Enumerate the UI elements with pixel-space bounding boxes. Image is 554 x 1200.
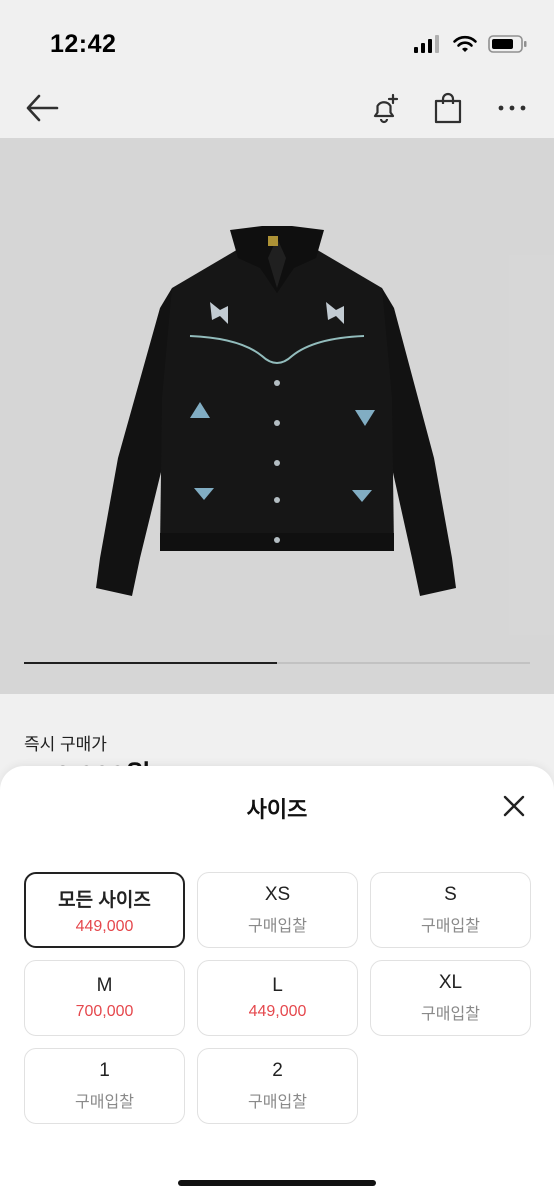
status-time: 12:42 (50, 30, 117, 58)
size-option[interactable]: 모든 사이즈 449,000 (24, 872, 185, 948)
size-option-name: M (96, 975, 113, 996)
size-option-bid: 구매입찰 (421, 1006, 480, 1023)
size-option[interactable]: S 구매입찰 (370, 872, 531, 948)
more-horizontal-icon (498, 105, 526, 111)
size-option[interactable]: M 700,000 (24, 960, 185, 1036)
product-image-carousel[interactable] (0, 138, 554, 694)
price-alert-button[interactable] (364, 88, 404, 128)
close-button[interactable] (498, 790, 530, 822)
nav-bar (0, 80, 554, 138)
status-bar: 12:42 (0, 0, 554, 80)
back-button[interactable] (22, 90, 62, 126)
size-bottom-sheet: 사이즈 모든 사이즈 449,000 XS 구매입찰 S 구매입찰 M 700,000 L 449… (0, 766, 554, 1200)
arrow-left-icon (26, 94, 59, 122)
wifi-icon (453, 35, 477, 52)
screen: 12:42 즉시 구매가 사이즈 모든 사이즈 449,000 XS 구매입찰 … (0, 0, 554, 1200)
size-option-bid: 구매입찰 (248, 1094, 307, 1111)
instant-buy-price-label: 즉시 구매가 (24, 735, 107, 754)
size-option[interactable]: XL 구매입찰 (370, 960, 531, 1036)
more-button[interactable] (492, 88, 532, 128)
size-option[interactable]: XS 구매입찰 (197, 872, 358, 948)
carousel-progress-track (24, 662, 530, 664)
bell-plus-icon (373, 93, 399, 124)
close-icon (503, 795, 525, 817)
size-option-price: 449,000 (248, 1003, 307, 1020)
shopping-bag-button[interactable] (428, 88, 468, 128)
size-option-price: 449,000 (75, 917, 134, 935)
size-option-name: L (272, 975, 283, 996)
size-grid: 모든 사이즈 449,000 XS 구매입찰 S 구매입찰 M 700,000 L 449,000… (24, 872, 531, 1124)
size-option-name: 1 (99, 1060, 110, 1081)
size-option-name: 2 (272, 1060, 283, 1081)
shopping-bag-icon (434, 92, 462, 124)
cellular-signal-icon (414, 35, 439, 53)
size-option-name: XL (438, 972, 463, 993)
size-option-bid: 구매입찰 (421, 918, 480, 935)
size-option-name: 모든 사이즈 (58, 889, 151, 911)
size-option-bid: 구매입찰 (75, 1094, 134, 1111)
size-option[interactable]: 2 구매입찰 (197, 1048, 358, 1124)
battery-icon (488, 35, 527, 53)
size-option-name: S (444, 884, 457, 905)
status-icons (414, 34, 528, 54)
black-track-jacket-image (0, 138, 554, 658)
size-option-price: 700,000 (75, 1003, 134, 1020)
size-option-name: XS (264, 884, 291, 905)
sheet-title: 사이즈 (246, 797, 308, 822)
size-option-bid: 구매입찰 (248, 918, 307, 935)
home-indicator (178, 1180, 376, 1186)
size-option[interactable]: 1 구매입찰 (24, 1048, 185, 1124)
size-option[interactable]: L 449,000 (197, 960, 358, 1036)
carousel-progress-fill (24, 662, 277, 664)
